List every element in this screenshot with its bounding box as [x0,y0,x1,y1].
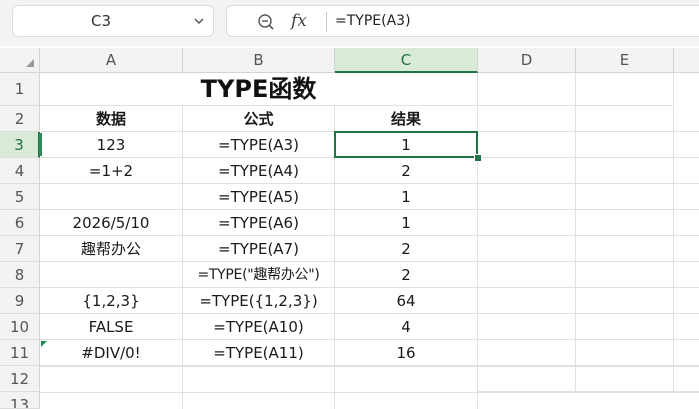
header-cell-result[interactable]: 结果 [335,106,478,132]
cell-b10[interactable]: =TYPE(A10) [183,314,335,340]
column-header-d[interactable]: D [478,48,576,73]
cell-c7[interactable]: 2 [335,236,478,262]
cell-c11[interactable]: 16 [335,340,478,366]
cell-b11[interactable]: =TYPE(A11) [183,340,335,366]
column-header-c[interactable]: C [335,48,478,73]
cell-a5[interactable] [40,184,183,210]
row-header-11[interactable]: 11 [0,340,40,366]
active-cell-border [334,131,478,158]
column-lines-lower-3 [477,366,478,409]
column-lines-lower-2 [334,366,335,409]
cell-b8[interactable]: =TYPE("趣帮办公") [183,262,335,288]
cell-b3[interactable]: =TYPE(A3) [183,132,335,158]
cell-c9[interactable]: 64 [335,288,478,314]
row-header-4[interactable]: 4 [0,158,40,184]
cell-a9[interactable]: {1,2,3} [40,288,183,314]
column-header-b[interactable]: B [183,48,335,73]
row-selection-marker [39,133,42,156]
grid-lines-lower-2 [40,392,699,393]
cell-a11[interactable]: #DIV/0! [40,340,183,366]
cell-a7[interactable]: 趣帮办公 [40,236,183,262]
cell-b6[interactable]: =TYPE(A6) [183,210,335,236]
row-header-9[interactable]: 9 [0,288,40,314]
column-lines-lower [182,366,183,409]
name-box-value[interactable]: C3 [13,6,189,36]
row-header-3[interactable]: 3 [0,132,40,158]
function-icon[interactable]: fx [291,8,307,34]
row-header-2[interactable]: 2 [0,106,40,132]
cell-b9[interactable]: =TYPE({1,2,3}) [183,288,335,314]
row-header-6[interactable]: 6 [0,210,40,236]
row-lines-right [478,106,699,392]
column-header-f[interactable] [674,48,699,73]
formula-separator [326,12,327,32]
fill-handle[interactable] [474,154,482,162]
cell-c4[interactable]: 2 [335,158,478,184]
cell-a10[interactable]: FALSE [40,314,183,340]
sheet-title-cell[interactable]: TYPE函数 [40,73,478,106]
cell-b5[interactable]: =TYPE(A5) [183,184,335,210]
row-header-5[interactable]: 5 [0,184,40,210]
error-indicator-icon[interactable] [41,341,47,347]
select-all-corner[interactable] [0,48,40,73]
formula-bar: C3 fx =TYPE(A3) [0,0,699,46]
cell-a8[interactable] [40,262,183,288]
cell-a4[interactable]: =1+2 [40,158,183,184]
cell-c6[interactable]: 1 [335,210,478,236]
header-cell-formula[interactable]: 公式 [183,106,335,132]
row-header-7[interactable]: 7 [0,236,40,262]
row-header-12[interactable]: 12 [0,366,40,392]
cell-e1[interactable] [576,73,674,106]
row-header-13[interactable]: 13 [0,392,40,409]
column-header-e[interactable]: E [576,48,674,73]
cell-c10[interactable]: 4 [335,314,478,340]
row-header-1[interactable]: 1 [0,73,40,106]
formula-text[interactable]: =TYPE(A3) [335,6,411,36]
name-box[interactable]: C3 [12,5,214,37]
select-all-icon [26,59,34,67]
cell-d1[interactable] [478,73,576,106]
cell-b7[interactable]: =TYPE(A7) [183,236,335,262]
cell-c8[interactable]: 2 [335,262,478,288]
cell-b4[interactable]: =TYPE(A4) [183,158,335,184]
row-header-8[interactable]: 8 [0,262,40,288]
row-header-10[interactable]: 10 [0,314,40,340]
cell-a3[interactable]: 123 [40,132,183,158]
zoom-out-icon[interactable] [257,13,275,31]
header-cell-data[interactable]: 数据 [40,106,183,132]
cell-c5[interactable]: 1 [335,184,478,210]
chevron-down-icon[interactable] [193,15,205,27]
formula-input-box[interactable]: fx =TYPE(A3) [226,5,699,37]
cell-a6[interactable]: 2026/5/10 [40,210,183,236]
column-header-a[interactable]: A [40,48,183,73]
